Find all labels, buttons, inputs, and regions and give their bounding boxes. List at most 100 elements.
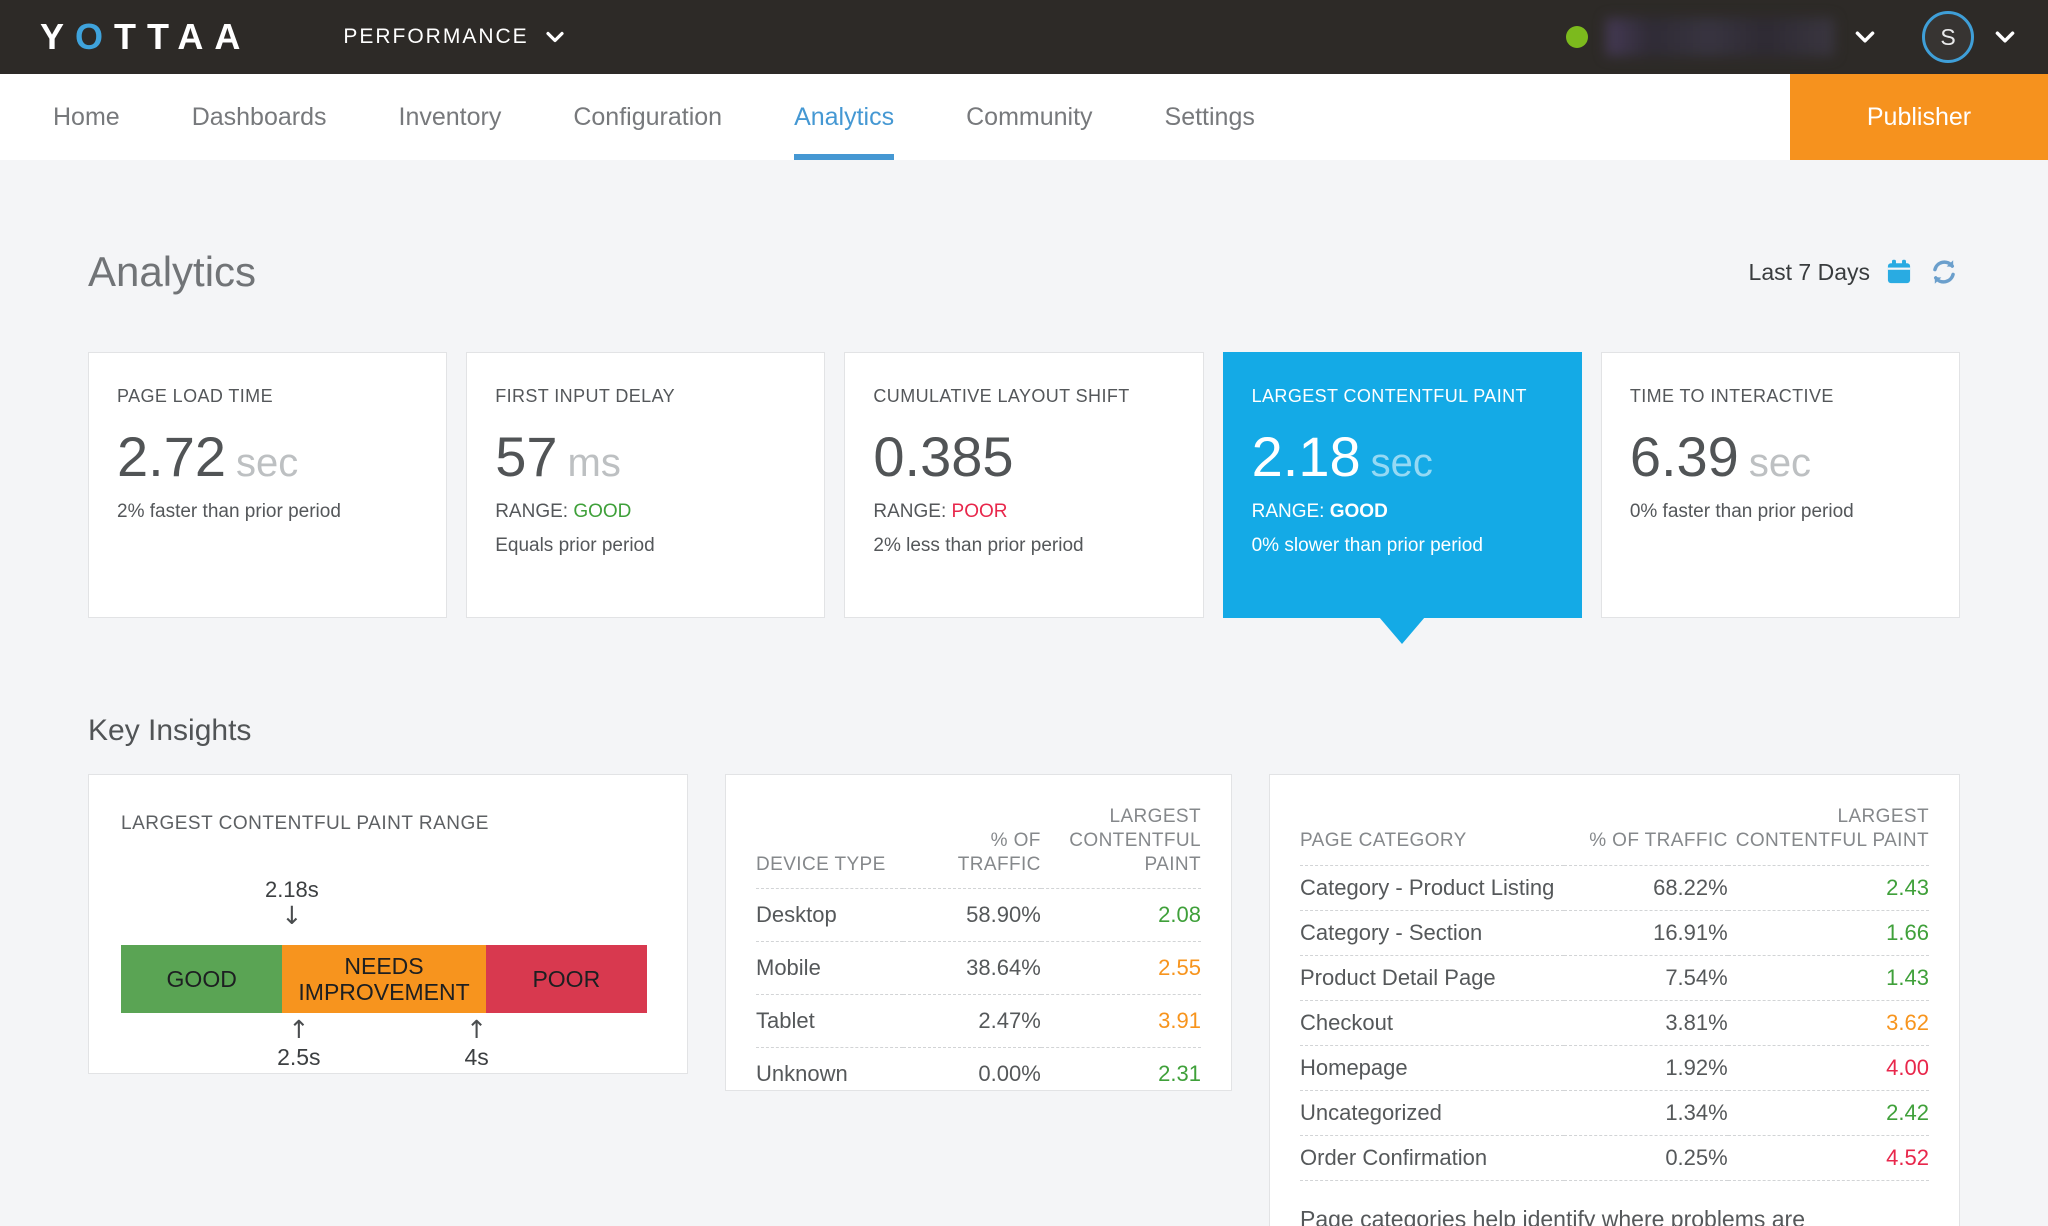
lcp-cell: 3.62 <box>1728 1000 1929 1045</box>
account-status-dot <box>1566 26 1588 48</box>
main-tabbar: Home Dashboards Inventory Configuration … <box>0 74 2048 160</box>
date-range-controls: Last 7 Days <box>1749 256 1960 288</box>
category-cell: Homepage <box>1300 1045 1564 1090</box>
metric-card-largest-contentful-paint[interactable]: LARGEST CONTENTFUL PAINT 2.18 sec RANGE:… <box>1223 352 1582 618</box>
category-cell: Category - Product Listing <box>1300 865 1564 910</box>
current-lcp-value: 2.18s <box>265 877 319 903</box>
metric-card-time-to-interactive[interactable]: TIME TO INTERACTIVE 6.39 sec 0% faster t… <box>1601 352 1960 618</box>
table-row: Unknown 0.00% 2.31 <box>756 1048 1201 1101</box>
logo-accent-letter: O <box>75 16 114 57</box>
publisher-button[interactable]: Publisher <box>1790 74 2048 160</box>
traffic-cell: 0.00% <box>903 1048 1041 1101</box>
lcp-cell: 4.52 <box>1728 1135 1929 1180</box>
table-header-row: DEVICE TYPE % OF TRAFFIC LARGEST CONTENT… <box>756 805 1201 889</box>
tab-analytics[interactable]: Analytics <box>794 74 894 160</box>
metric-delta: 0% faster than prior period <box>1630 501 1931 523</box>
threshold-good: ↑ 2.5s <box>277 1017 320 1071</box>
table-row: Checkout 3.81% 3.62 <box>1300 1000 1929 1045</box>
metric-unit: ms <box>568 441 621 486</box>
threshold-good-label: 2.5s <box>277 1044 320 1071</box>
traffic-cell: 1.92% <box>1564 1045 1728 1090</box>
title-row: Analytics Last 7 Days <box>88 248 1960 296</box>
table-row: Order Confirmation 0.25% 4.52 <box>1300 1135 1929 1180</box>
account-name-redacted <box>1606 18 1834 56</box>
chevron-down-icon <box>1992 24 2018 50</box>
metric-delta: Equals prior period <box>495 535 796 557</box>
metric-label: TIME TO INTERACTIVE <box>1630 385 1931 408</box>
navbar-right-cluster: S <box>1566 11 2018 63</box>
metric-card-cumulative-layout-shift[interactable]: CUMULATIVE LAYOUT SHIFT 0.385 RANGE: POO… <box>844 352 1203 618</box>
page-content: Analytics Last 7 Days PAGE LOAD TIME 2.7… <box>0 248 2048 1226</box>
metric-label: LARGEST CONTENTFUL PAINT <box>1252 385 1553 408</box>
lcp-cell: 2.31 <box>1041 1048 1201 1101</box>
category-cell: Category - Section <box>1300 910 1564 955</box>
page-category-table: PAGE CATEGORY % OF TRAFFIC LARGEST CONTE… <box>1300 805 1929 1181</box>
col-header-lcp: LARGEST CONTENTFUL PAINT <box>1041 805 1201 889</box>
page-category-card: PAGE CATEGORY % OF TRAFFIC LARGEST CONTE… <box>1269 774 1960 1226</box>
avatar-initial: S <box>1940 24 1955 51</box>
device-cell: Tablet <box>756 995 903 1048</box>
col-header-device-type: DEVICE TYPE <box>756 805 903 889</box>
metric-unit: sec <box>236 441 298 486</box>
metric-value-row: 2.18 sec <box>1252 424 1553 489</box>
chevron-down-icon <box>1852 24 1878 50</box>
user-menu-dropdown[interactable] <box>1992 24 2018 50</box>
lcp-cell: 1.43 <box>1728 955 1929 1000</box>
category-cell: Order Confirmation <box>1300 1135 1564 1180</box>
col-header-traffic: % OF TRAFFIC <box>1564 805 1728 865</box>
table-row: Category - Section 16.91% 1.66 <box>1300 910 1929 955</box>
tab-community[interactable]: Community <box>966 74 1092 160</box>
traffic-cell: 38.64% <box>903 942 1041 995</box>
tab-settings[interactable]: Settings <box>1165 74 1255 160</box>
metric-range-row: RANGE: GOOD <box>1252 501 1553 523</box>
lcp-cell: 2.42 <box>1728 1090 1929 1135</box>
avatar[interactable]: S <box>1922 11 1974 63</box>
tab-home[interactable]: Home <box>53 74 120 160</box>
device-cell: Unknown <box>756 1048 903 1101</box>
marker-down-arrow-icon: ↓ <box>265 903 319 928</box>
col-header-page-category: PAGE CATEGORY <box>1300 805 1564 865</box>
device-type-card: DEVICE TYPE % OF TRAFFIC LARGEST CONTENT… <box>725 774 1232 1091</box>
metric-range-row: RANGE: GOOD <box>495 501 796 523</box>
metric-value-row: 6.39 sec <box>1630 424 1931 489</box>
traffic-cell: 68.22% <box>1564 865 1728 910</box>
table-header-row: PAGE CATEGORY % OF TRAFFIC LARGEST CONTE… <box>1300 805 1929 865</box>
lcp-cell: 2.43 <box>1728 865 1929 910</box>
traffic-cell: 1.34% <box>1564 1090 1728 1135</box>
tab-dashboards[interactable]: Dashboards <box>192 74 327 160</box>
key-insights-heading: Key Insights <box>88 714 1960 748</box>
date-range-label[interactable]: Last 7 Days <box>1749 259 1870 286</box>
metric-value: 6.39 <box>1630 424 1739 489</box>
metric-card-first-input-delay[interactable]: FIRST INPUT DELAY 57 ms RANGE: GOOD Equa… <box>466 352 825 618</box>
lcp-range-bar: GOOD NEEDS IMPROVEMENT POOR <box>121 945 647 1013</box>
metric-label: FIRST INPUT DELAY <box>495 385 796 408</box>
logo-text: Y <box>40 16 75 57</box>
metric-delta: 2% less than prior period <box>873 535 1174 557</box>
product-menu-dropdown[interactable]: PERFORMANCE <box>343 25 566 49</box>
refresh-icon[interactable] <box>1928 256 1960 288</box>
metric-card-page-load-time[interactable]: PAGE LOAD TIME 2.72 sec 2% faster than p… <box>88 352 447 618</box>
selected-card-pointer <box>1379 617 1425 644</box>
range-prefix: RANGE: <box>1252 501 1325 522</box>
calendar-icon[interactable] <box>1885 258 1913 286</box>
tab-configuration[interactable]: Configuration <box>573 74 722 160</box>
account-menu-dropdown[interactable] <box>1852 24 1878 50</box>
threshold-poor: ↑ 4s <box>464 1017 488 1071</box>
yottaa-logo[interactable]: YOTTAA <box>40 16 251 58</box>
range-segment-needs-improvement: NEEDS IMPROVEMENT <box>282 945 485 1013</box>
metric-value: 57 <box>495 424 557 489</box>
metric-value-row: 2.72 sec <box>117 424 418 489</box>
key-insights-row: LARGEST CONTENTFUL PAINT RANGE 2.18s ↓ G… <box>88 774 1960 1226</box>
metric-value: 2.18 <box>1252 424 1361 489</box>
category-cell: Checkout <box>1300 1000 1564 1045</box>
range-prefix: RANGE: <box>495 501 568 522</box>
range-value: GOOD <box>573 501 631 522</box>
category-cell: Uncategorized <box>1300 1090 1564 1135</box>
range-prefix: RANGE: <box>873 501 946 522</box>
metric-value: 2.72 <box>117 424 226 489</box>
range-segment-poor: POOR <box>486 945 647 1013</box>
tab-inventory[interactable]: Inventory <box>399 74 502 160</box>
device-type-table: DEVICE TYPE % OF TRAFFIC LARGEST CONTENT… <box>756 805 1201 1100</box>
device-cell: Mobile <box>756 942 903 995</box>
range-value: POOR <box>952 501 1008 522</box>
